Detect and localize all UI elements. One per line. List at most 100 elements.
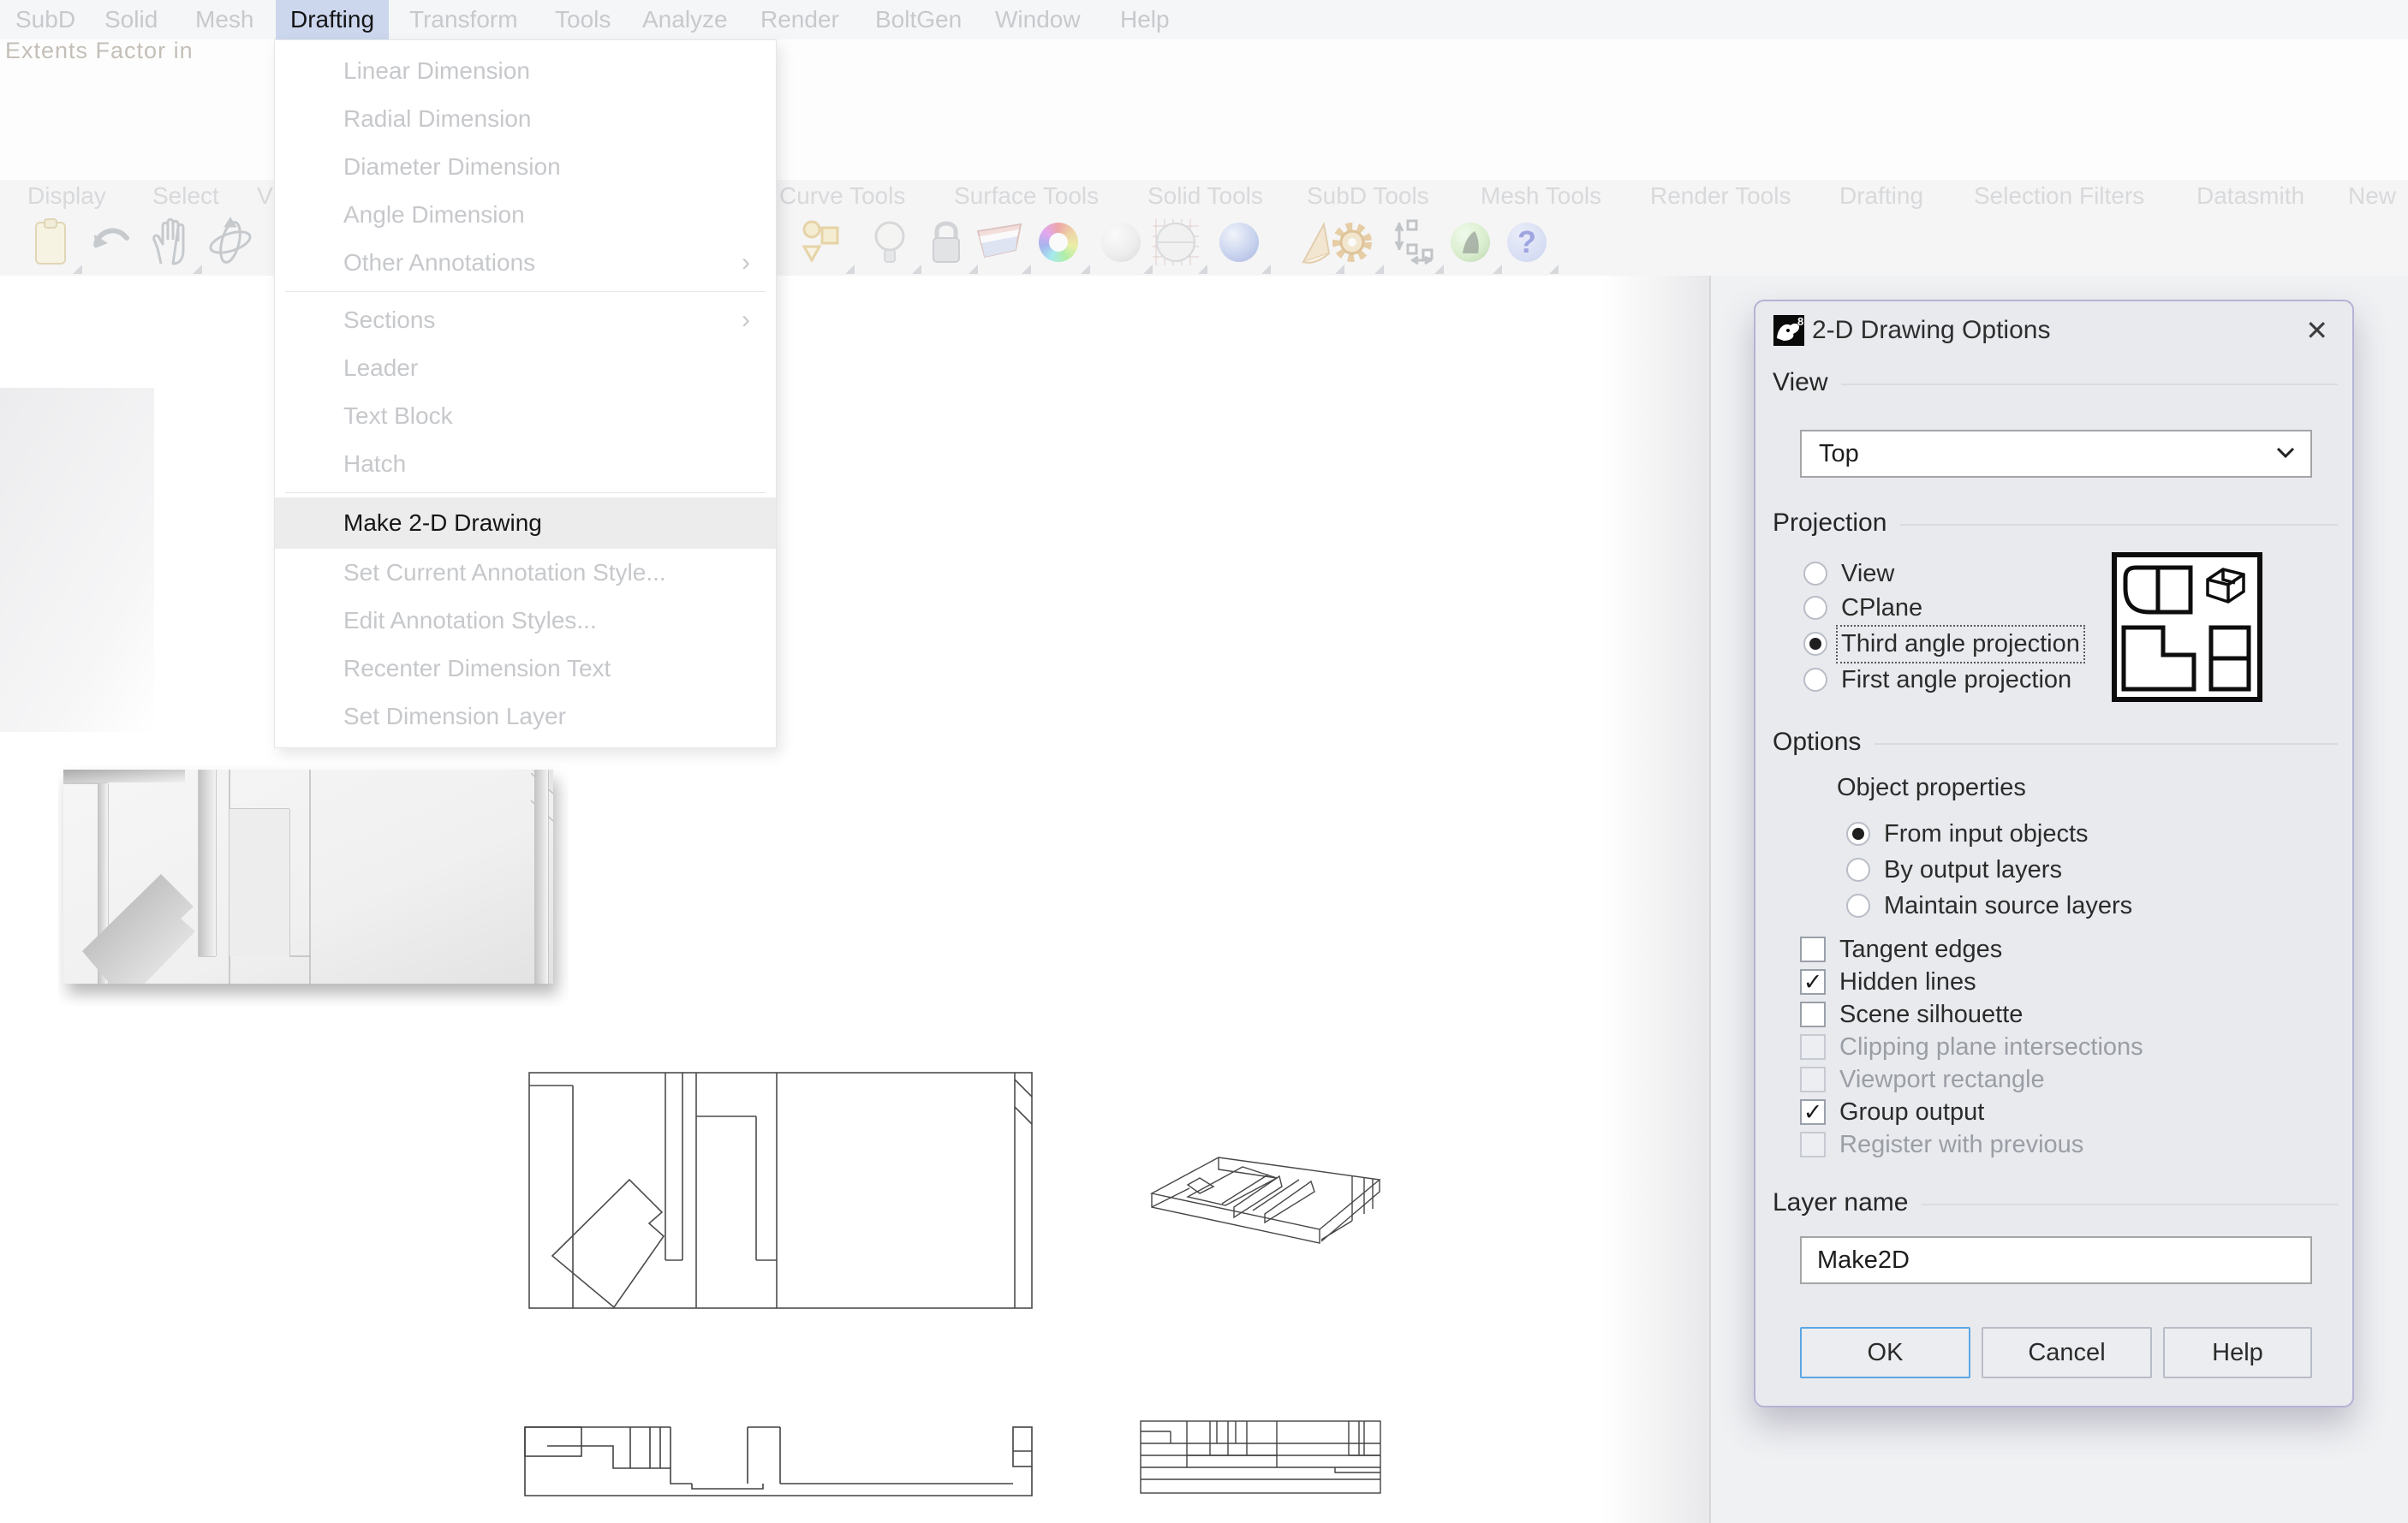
submenu-arrow-icon: › <box>742 296 750 344</box>
shaded-model-thumbnail <box>58 764 569 1006</box>
2d-drawing-options-dialog: 8 2-D Drawing Options ✕ View Top Project… <box>1754 300 2354 1407</box>
checkbox-tangent-edges[interactable]: Tangent edges <box>1800 935 2002 964</box>
dialog-titlebar: 8 2-D Drawing Options <box>1773 313 2050 348</box>
checkbox-register-with-previous: Register with previous <box>1800 1130 2083 1159</box>
sphere-grid-icon[interactable] <box>1149 216 1202 269</box>
menu-solid[interactable]: Solid <box>104 0 158 39</box>
menu-item-leader[interactable]: Leader <box>275 344 776 392</box>
tab-render-tools[interactable]: Render Tools <box>1650 176 1791 216</box>
view-select[interactable]: Top <box>1800 430 2312 478</box>
layer-name-group-header: Layer name <box>1773 1188 2338 1217</box>
menu-item-set-current-annotation-style[interactable]: Set Current Annotation Style... <box>275 549 776 597</box>
menu-item-other-annotations[interactable]: Other Annotations› <box>275 239 776 287</box>
view-select-value: Top <box>1819 431 1859 476</box>
menu-item-recenter-dimension-text[interactable]: Recenter Dimension Text <box>275 645 776 693</box>
make2d-side-view <box>1140 1418 1383 1496</box>
menu-help[interactable]: Help <box>1120 0 1170 39</box>
menu-item-make-2d-drawing[interactable]: Make 2-D Drawing <box>275 497 776 549</box>
pan-hand-icon[interactable] <box>144 216 197 269</box>
tab-selection-filters[interactable]: Selection Filters <box>1974 176 2144 216</box>
menu-transform[interactable]: Transform <box>409 0 518 39</box>
sphere-icon[interactable] <box>1094 216 1147 269</box>
tab-new[interactable]: New <box>2348 176 2408 216</box>
menu-item-linear-dimension[interactable]: Linear Dimension <box>275 47 776 95</box>
render-preview-icon[interactable] <box>1444 216 1497 269</box>
third-angle-projection-preview <box>2112 552 2262 702</box>
view-group-header: View <box>1773 368 2338 397</box>
radio-projection-first-angle[interactable]: First angle projection <box>1803 664 2071 695</box>
tab-partial[interactable]: V <box>257 176 274 216</box>
canvas-edge-fade <box>1601 276 1710 1523</box>
make2d-iso-view <box>1140 1144 1388 1245</box>
tab-curve-tools[interactable]: Curve Tools <box>779 176 905 216</box>
help-icon[interactable]: ? <box>1500 216 1553 269</box>
light-bulb-icon[interactable] <box>863 216 916 269</box>
dialog-title: 2-D Drawing Options <box>1812 316 2050 345</box>
object-tools-icon[interactable] <box>796 216 849 269</box>
menu-render[interactable]: Render <box>760 0 839 39</box>
menu-item-angle-dimension[interactable]: Angle Dimension <box>275 191 776 239</box>
menu-separator <box>285 291 766 292</box>
menu-item-sections[interactable]: Sections› <box>275 296 776 344</box>
left-panel-shadow <box>0 388 154 732</box>
menu-item-radial-dimension[interactable]: Radial Dimension <box>275 95 776 143</box>
tab-mesh-tools[interactable]: Mesh Tools <box>1481 176 1601 216</box>
svg-text:8: 8 <box>1797 315 1803 328</box>
dimension-tools-icon[interactable] <box>1386 216 1439 269</box>
chevron-down-icon <box>2276 447 2295 459</box>
tab-drafting[interactable]: Drafting <box>1839 176 1923 216</box>
rhino-app-icon: 8 <box>1773 314 1805 347</box>
radio-projection-cplane[interactable]: CPlane <box>1803 592 1922 623</box>
menu-drafting[interactable]: Drafting <box>276 0 389 39</box>
menu-item-edit-annotation-styles[interactable]: Edit Annotation Styles... <box>275 597 776 645</box>
menu-window[interactable]: Window <box>995 0 1081 39</box>
layer-name-input[interactable] <box>1800 1236 2312 1284</box>
ok-button[interactable]: OK <box>1800 1327 1970 1378</box>
menu-item-hatch[interactable]: Hatch <box>275 440 776 488</box>
menu-boltgen[interactable]: BoltGen <box>875 0 962 39</box>
clipboard-paste-icon[interactable] <box>24 216 77 269</box>
menu-mesh[interactable]: Mesh <box>195 0 253 39</box>
gear-icon[interactable] <box>1326 216 1379 269</box>
clipping-wedge-icon[interactable] <box>973 216 1026 269</box>
menu-subd[interactable]: SubD <box>15 0 75 39</box>
object-properties-label: Object properties <box>1837 774 2026 802</box>
radio-by-output-layers[interactable]: By output layers <box>1846 854 2062 885</box>
submenu-arrow-icon: › <box>742 239 750 287</box>
menu-item-set-dimension-layer[interactable]: Set Dimension Layer <box>275 693 776 741</box>
radio-projection-third-angle[interactable]: Third angle projection <box>1803 628 2080 659</box>
command-history-fragment: Extents Factor in <box>5 38 194 60</box>
tab-datasmith[interactable]: Datasmith <box>2196 176 2304 216</box>
menu-analyze[interactable]: Analyze <box>642 0 728 39</box>
tab-select[interactable]: Select <box>152 176 219 216</box>
menu-item-text-block[interactable]: Text Block <box>275 392 776 440</box>
checkbox-group-output[interactable]: ✓Group output <box>1800 1098 1984 1127</box>
checkbox-viewport-rectangle: Viewport rectangle <box>1800 1065 2045 1094</box>
glossy-sphere-icon[interactable] <box>1213 216 1266 269</box>
checkbox-clipping-plane-intersections: Clipping plane intersections <box>1800 1032 2143 1062</box>
tab-display[interactable]: Display <box>27 176 106 216</box>
tab-solid-tools[interactable]: Solid Tools <box>1147 176 1263 216</box>
color-wheel-icon[interactable] <box>1032 216 1085 269</box>
radio-maintain-source-layers[interactable]: Maintain source layers <box>1846 890 2132 921</box>
menu-tools[interactable]: Tools <box>555 0 611 39</box>
cancel-button[interactable]: Cancel <box>1982 1327 2152 1378</box>
menu-item-diameter-dimension[interactable]: Diameter Dimension <box>275 143 776 191</box>
options-group-header: Options <box>1773 728 2338 757</box>
help-button[interactable]: Help <box>2163 1327 2312 1378</box>
radio-projection-view[interactable]: View <box>1803 558 1894 589</box>
checkbox-scene-silhouette[interactable]: Scene silhouette <box>1800 1000 2023 1029</box>
rotate-view-icon[interactable] <box>204 216 257 269</box>
undo-icon[interactable] <box>84 216 137 269</box>
menu-separator <box>285 492 766 493</box>
checkbox-hidden-lines[interactable]: ✓Hidden lines <box>1800 967 1976 996</box>
tab-subd-tools[interactable]: SubD Tools <box>1307 176 1429 216</box>
close-icon[interactable]: ✕ <box>2305 315 2328 346</box>
viewport-border <box>1709 276 1711 1523</box>
rhino-window: SubD Solid Mesh Drafting Transform Tools… <box>0 0 2408 1523</box>
radio-from-input-objects[interactable]: From input objects <box>1846 818 2089 849</box>
lock-icon[interactable] <box>920 216 973 269</box>
make2d-top-view <box>528 1072 1034 1310</box>
tab-surface-tools[interactable]: Surface Tools <box>954 176 1099 216</box>
drafting-dropdown-menu: Linear Dimension Radial Dimension Diamet… <box>274 39 777 748</box>
